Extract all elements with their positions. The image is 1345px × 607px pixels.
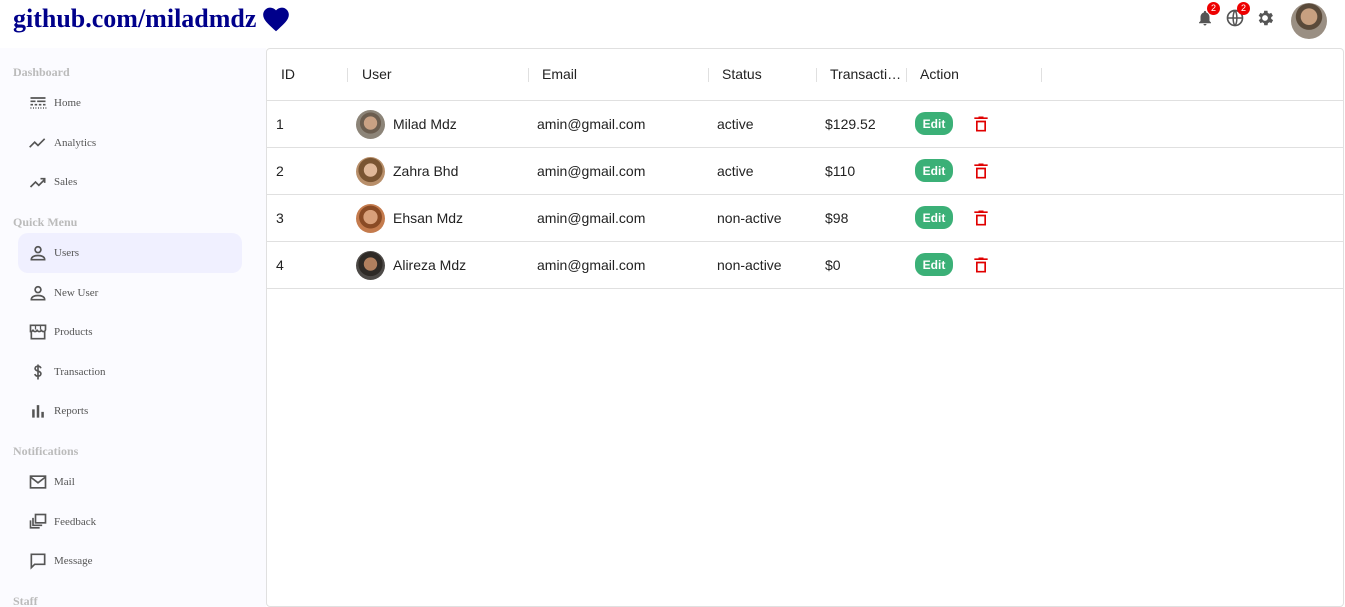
dynamic-feed-icon [29,513,47,529]
cell-id: 2 [276,163,284,179]
trending-up-icon [29,177,46,188]
cell-transaction: $98 [825,210,849,226]
topbar-actions: 2 2 [1195,0,1327,39]
user-avatar [356,156,385,186]
column-header-status[interactable]: Status [708,49,816,101]
delete-icon[interactable] [971,160,991,182]
cell-email: amin@gmail.com [537,163,646,179]
logo-text: github.com/miladmdz [13,4,257,33]
sidebar-item-label: Analytics [54,137,97,149]
language-badge: 2 [1237,2,1250,15]
sidebar-item-home[interactable]: Home [18,83,242,123]
column-header-id[interactable]: ID [267,49,347,101]
cell-transaction: $129.52 [825,116,876,132]
edit-button[interactable]: Edit [915,253,953,276]
profile-avatar[interactable] [1291,3,1327,39]
chat-bubble-outline-icon [30,553,46,570]
user-avatar [356,109,385,139]
bar-chart-icon [32,405,44,418]
cell-user: Zahra Bhd [356,148,458,194]
sidebar-item-label: Home [54,97,81,109]
sidebar-item-label: Feedback [54,516,97,528]
cell-transaction: $0 [825,257,841,273]
cell-status: active [717,163,754,179]
sidebar-item-sales[interactable]: Sales [18,162,242,202]
cell-transaction: $110 [825,163,856,179]
sidebar-item-label: Sales [54,176,78,188]
language-button[interactable]: 2 [1225,2,1250,28]
user-name: Ehsan Mdz [393,210,464,226]
cell-status: non-active [717,257,782,273]
column-header-email[interactable]: Email [528,49,708,101]
sidebar-item-feedback[interactable]: Feedback [18,502,242,542]
delete-icon[interactable] [971,254,991,276]
delete-icon[interactable] [971,113,991,135]
edit-button[interactable]: Edit [915,206,953,229]
column-header-user[interactable]: User [348,49,528,101]
column-header-action[interactable]: Action [906,49,1041,101]
notifications-button[interactable]: 2 [1195,2,1220,28]
cell-id: 1 [276,116,284,132]
edit-button[interactable]: Edit [915,159,953,182]
sidebar-item-reports[interactable]: Reports [18,391,242,431]
topbar: github.com/miladmdz 2 2 [0,0,1345,48]
sidebar-item-label: New User [54,287,99,299]
gear-icon [1258,10,1274,26]
table-row[interactable]: 4 Alireza Mdz amin@gmail.com non-active … [267,242,1343,289]
user-avatar [356,203,385,233]
sidebar-item-label: Reports [54,405,89,417]
column-separator[interactable] [1041,68,1042,82]
delete-icon[interactable] [971,207,991,229]
person-outline-icon [30,285,46,301]
timeline-icon [29,138,46,148]
sidebar-item-analytics[interactable]: Analytics [18,123,242,163]
cell-status: active [717,116,754,132]
storefront-icon [29,324,47,340]
user-name: Milad Mdz [393,116,457,132]
settings-button[interactable] [1255,8,1275,28]
user-name: Alireza Mdz [393,257,467,273]
table-header: ID User Email Status Transaction Volume … [267,49,1343,101]
cell-email: amin@gmail.com [537,210,646,226]
table-row[interactable]: 3 Ehsan Mdz amin@gmail.com non-active $9… [267,195,1343,242]
heart-icon [263,7,290,32]
logo[interactable]: github.com/miladmdz [13,4,290,34]
sidebar-item-transaction[interactable]: Transaction [18,352,242,392]
sidebar: Dashboard Home Analytics Sales Quick Men… [0,48,266,607]
sidebar-item-users[interactable]: Users [18,233,242,273]
sidebar-item-label: Transaction [54,366,106,378]
sidebar-item-label: Products [54,326,93,338]
cell-user: Alireza Mdz [356,242,466,288]
edit-button[interactable]: Edit [915,112,953,135]
sidebar-item-label: Mail [54,476,75,488]
cell-email: amin@gmail.com [537,257,646,273]
sidebar-item-label: Users [54,247,80,259]
sidebar-item-label: Message [54,555,93,567]
sidebar-item-message[interactable]: Message [18,541,242,581]
cell-user: Ehsan Mdz [356,195,463,241]
notifications-badge: 2 [1207,2,1220,15]
user-avatar [356,250,385,280]
person-outline-icon [30,245,46,261]
sidebar-item-products[interactable]: Products [18,312,242,352]
table-row[interactable]: 2 Zahra Bhd amin@gmail.com active $110 E… [267,148,1343,195]
cell-user: Milad Mdz [356,101,457,147]
table-row[interactable]: 1 Milad Mdz amin@gmail.com active $129.5… [267,101,1343,148]
sidebar-item-mail[interactable]: Mail [18,462,242,502]
sidebar-section-notifications: Notifications [13,444,79,458]
sidebar-section-staff: Staff [13,594,38,607]
mail-outline-icon [29,475,47,489]
users-data-grid: ID User Email Status Transaction Volume … [266,48,1344,607]
sidebar-item-new-user[interactable]: New User [18,273,242,313]
sidebar-section-quick-menu: Quick Menu [13,215,78,229]
cell-id: 3 [276,210,284,226]
cell-email: amin@gmail.com [537,116,646,132]
sidebar-section-dashboard: Dashboard [13,65,70,79]
line-style-icon [30,97,47,109]
column-header-transaction[interactable]: Transaction Volume [816,49,906,101]
user-name: Zahra Bhd [393,163,459,179]
dollar-icon [34,364,42,380]
cell-id: 4 [276,257,284,273]
cell-status: non-active [717,210,782,226]
